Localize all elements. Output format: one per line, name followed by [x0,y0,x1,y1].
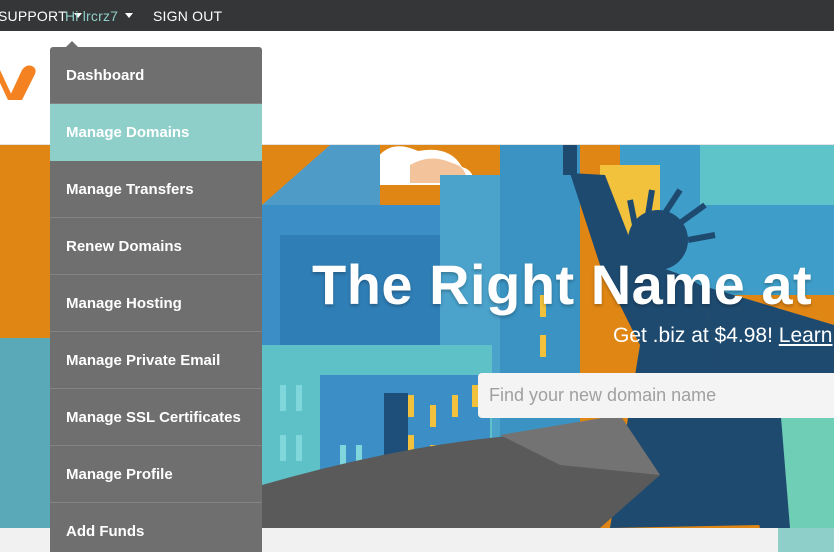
footer-accent [778,528,834,552]
hero-subtitle: Get .biz at $4.98! Learn [613,324,832,348]
menu-item-renew-domains[interactable]: Renew Domains [50,218,262,275]
menu-item-manage-private-email[interactable]: Manage Private Email [50,332,262,389]
user-menu[interactable]: Hi lrcrz7 [65,0,134,31]
support-menu-label: SUPPORT [0,7,67,24]
menu-item-manage-domains[interactable]: Manage Domains [50,104,262,161]
menu-item-manage-profile[interactable]: Manage Profile [50,446,262,503]
top-bar: SUPPORT Hi lrcrz7 SIGN OUT [0,0,834,31]
account-dropdown: Dashboard Manage Domains Manage Transfer… [50,41,262,552]
menu-item-manage-ssl-certificates[interactable]: Manage SSL Certificates [50,389,262,446]
sign-out-link[interactable]: SIGN OUT [153,0,222,31]
menu-item-manage-hosting[interactable]: Manage Hosting [50,275,262,332]
logo[interactable] [0,58,40,108]
hero-title: The Right Name at [312,253,813,316]
promo-text: Get .biz at $4.98! [613,324,779,347]
domain-search-input[interactable] [478,373,834,418]
learn-more-link[interactable]: Learn [779,324,833,347]
user-menu-label: Hi lrcrz7 [65,7,119,24]
menu-item-manage-transfers[interactable]: Manage Transfers [50,161,262,218]
menu-item-dashboard[interactable]: Dashboard [50,47,262,104]
chevron-down-icon [125,13,134,18]
menu-item-add-funds[interactable]: Add Funds [50,503,262,552]
